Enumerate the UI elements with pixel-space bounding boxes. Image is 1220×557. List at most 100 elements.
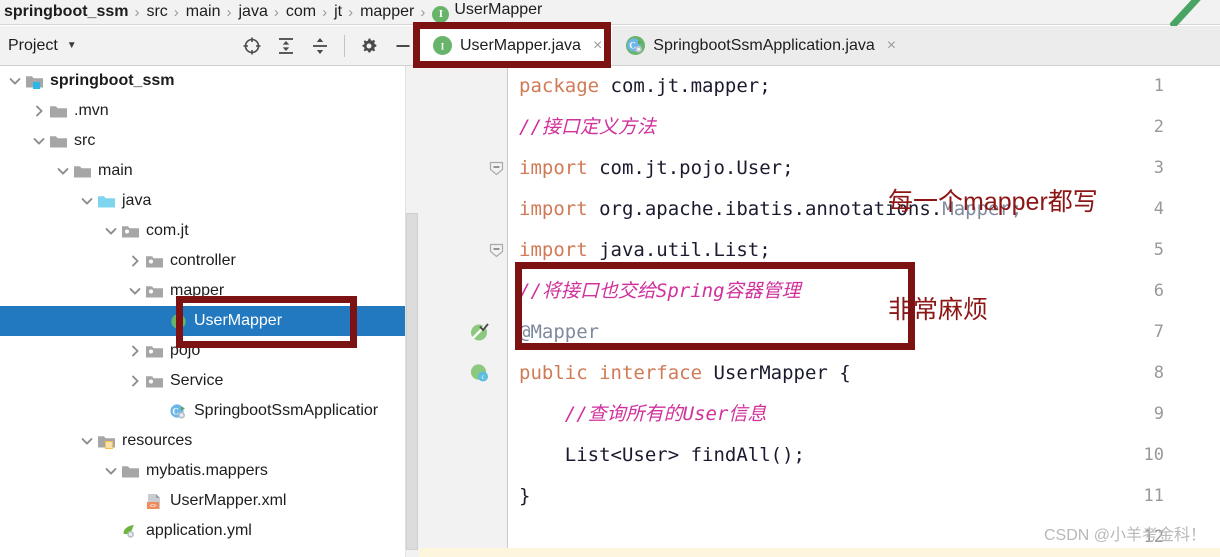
breadcrumb-separator: › [322,3,328,21]
code-text[interactable]: package com.jt.mapper; //接口定义方法 import com… [509,66,1220,557]
breadcrumb-item-java[interactable]: java [238,3,267,21]
tree-node-label: UserMapper [194,312,283,329]
editor-tab-label: SpringbootSsmApplication.java [653,36,875,54]
code-token: List<User> findAll(); [519,444,805,466]
code-token: } [519,485,531,507]
tree-node-com-jt[interactable]: com.jt [0,216,405,246]
chevron-down-icon[interactable] [56,164,70,178]
code-line-11[interactable]: } [519,476,530,517]
tree-node-usermapper[interactable]: I UserMapper [0,306,405,336]
editor-gutter[interactable] [419,66,508,557]
project-tree-scrollbar-thumb[interactable] [406,213,418,550]
breadcrumb-item-label: mapper [360,3,415,20]
breadcrumb-item-main[interactable]: main [186,3,221,21]
tree-node-label: mybatis.mappers [146,462,268,479]
tree-node-java[interactable]: java [0,186,405,216]
spring-component-icon[interactable]: c [469,362,491,384]
breadcrumb-item-label: springboot_ssm [4,3,129,20]
tree-node-label: UserMapper.xml [170,492,287,509]
tree-node-springbootssmapplicatior[interactable]: C SpringbootSsmApplicatior [0,396,405,426]
tree-node-pojo[interactable]: pojo [0,336,405,366]
close-icon[interactable]: × [887,37,896,54]
tree-node-label: com.jt [146,222,189,239]
settings-gear-icon[interactable] [359,36,379,56]
spring-class-icon: C [626,36,646,55]
close-icon[interactable]: × [593,37,602,54]
tree-node-application-yml[interactable]: application.yml [0,516,405,546]
select-opened-file-icon[interactable] [242,36,262,56]
chevron-down-icon[interactable] [80,194,94,208]
breadcrumb: springboot_ssm › src › main › java › com › jt › mapp… [0,0,1220,26]
breadcrumb-item-src[interactable]: src [146,3,167,21]
code-line-5[interactable]: import java.util.List; [519,230,771,271]
editor-tab-usermapper-java[interactable]: I UserMapper.java × [419,26,613,65]
tree-node-label: springboot_ssm [50,72,175,89]
breadcrumb-item-jt[interactable]: jt [334,3,342,21]
chevron-down-icon[interactable] [104,224,118,238]
tree-node-label: main [98,162,133,179]
code-line-1[interactable]: package com.jt.mapper; [519,66,771,107]
chevron-right-icon[interactable] [128,254,142,268]
collapse-all-icon[interactable] [310,36,330,56]
annotation-note-line-1: 每一个mapper都写 [888,188,1098,216]
svg-text:c: c [481,373,484,381]
tree-node-mybatis-mappers[interactable]: mybatis.mappers [0,456,405,486]
interface-icon: I [432,6,450,23]
folder-icon [50,105,67,117]
chevron-down-icon[interactable] [80,434,94,448]
tree-node-label: .mvn [74,102,109,119]
tree-node-main[interactable]: main [0,156,405,186]
package-icon [146,255,163,267]
chevron-down-icon[interactable] [8,74,22,88]
code-line-9[interactable]: //查询所有的User信息 [519,394,767,435]
hide-tool-window-icon[interactable] [393,36,413,56]
tree-node-springboot-ssm[interactable]: springboot_ssm [0,66,405,96]
editor-tab-bar[interactable]: I UserMapper.java × C SpringbootSsmApplicati… [419,26,1220,66]
tree-node-resources[interactable]: resources [0,426,405,456]
chevron-down-icon[interactable]: ▼ [67,40,77,51]
tree-node--mvn[interactable]: .mvn [0,96,405,126]
code-line-3[interactable]: import com.jt.pojo.User; [519,148,794,189]
chevron-down-icon[interactable] [128,284,142,298]
code-editor[interactable]: 1 2 3 4 5 6 7 8 9 10 11 12 c package com.jt.mapper; /… [419,66,1220,557]
chevron-right-icon[interactable] [32,104,46,118]
folder-icon [50,135,67,147]
tree-node-mapper[interactable]: mapper [0,276,405,306]
expand-all-icon[interactable] [276,36,296,56]
code-token: package [519,75,611,97]
chevron-down-icon[interactable] [32,134,46,148]
breadcrumb-separator: › [273,3,279,21]
tree-node-src[interactable]: src [0,126,405,156]
package-icon [146,285,163,297]
code-token: @Mapper [519,321,600,343]
editor-tab-springbootssmapplication-java[interactable]: C SpringbootSsmApplication.java × [612,26,906,65]
code-token: { [827,362,851,384]
tree-node-label: SpringbootSsmApplicatior [194,402,379,419]
watermark: CSDN @小羊考金科！ [1043,527,1206,544]
code-token: import [519,198,600,220]
breadcrumb-item-mapper[interactable]: mapper [360,3,414,21]
code-token: //查询所有的User信息 [519,403,767,425]
fold-collapse-end-icon[interactable] [489,243,504,258]
fold-collapse-start-icon[interactable] [489,161,504,176]
ide-window: springboot_ssm › src › main › java › com › jt › mapp… [0,0,1220,557]
breadcrumb-item-springboot-ssm[interactable]: springboot_ssm [4,3,128,21]
breadcrumb-item-com[interactable]: com [286,3,316,21]
project-tree[interactable]: springboot_ssm .mvn src main java com.jt contr… [0,66,405,557]
tree-node-usermapper-xml[interactable]: <> UserMapper.xml [0,486,405,516]
code-line-10[interactable]: List<User> findAll(); [519,435,805,476]
code-line-7[interactable]: @Mapper [519,312,599,353]
chevron-right-icon[interactable] [128,374,142,388]
code-line-6[interactable]: //将接口也交给Spring容器管理 [519,271,801,312]
breadcrumb-item-usermapper[interactable]: I UserMapper [432,1,542,23]
spring-bean-checked-icon[interactable] [469,321,491,343]
chevron-right-icon[interactable] [128,344,142,358]
code-line-2[interactable]: //接口定义方法 [519,107,656,148]
tree-node-label: Service [170,372,224,389]
tree-node-service[interactable]: Service [0,366,405,396]
chevron-down-icon[interactable] [104,464,118,478]
code-line-8[interactable]: public interface UserMapper { [519,353,851,394]
tree-node-label: src [74,132,96,149]
resource-folder-icon [98,435,115,449]
tree-node-controller[interactable]: controller [0,246,405,276]
